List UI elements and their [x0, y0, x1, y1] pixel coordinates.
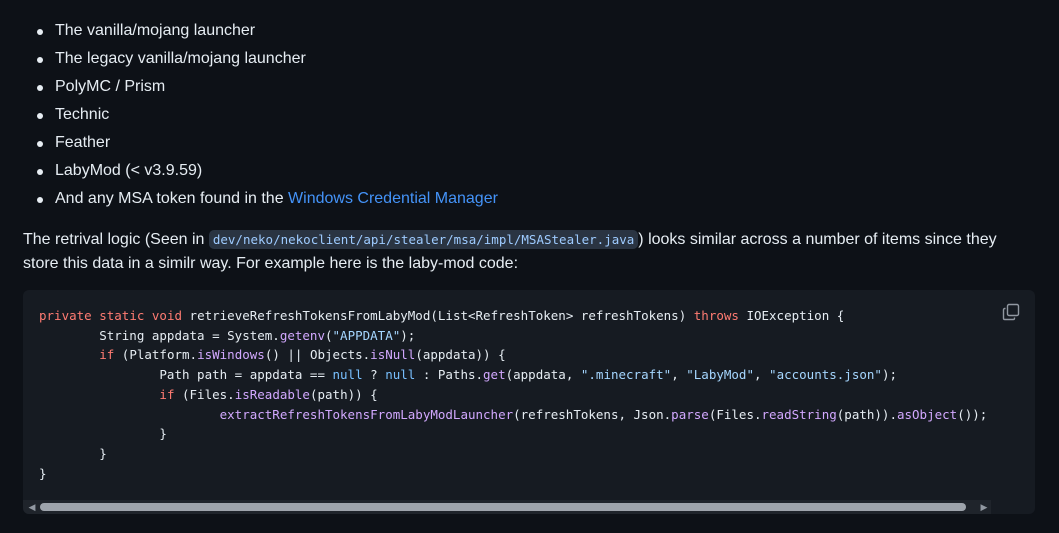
code-line: } — [39, 445, 107, 461]
scrollbar-thumb[interactable] — [40, 503, 966, 511]
code-line: if (Platform.isWindows() || Objects.isNu… — [99, 347, 506, 363]
code-line: if (Files.isReadable(path)) { — [159, 386, 378, 402]
horizontal-scrollbar[interactable]: ◀ ▶ — [23, 500, 991, 514]
list-item: LabyMod (< v3.9.59) — [23, 157, 498, 185]
list-item: The vanilla/mojang launcher — [23, 17, 498, 45]
list-item: And any MSA token found in the Windows C… — [23, 185, 498, 213]
list-item-text: Feather — [55, 134, 111, 151]
scroll-left-icon[interactable]: ◀ — [25, 500, 39, 514]
code-line: } — [39, 465, 47, 481]
list-item: Feather — [23, 129, 498, 157]
bullet-icon — [37, 57, 43, 63]
launcher-list: The vanilla/mojang launcher The legacy v… — [23, 17, 498, 213]
windows-credential-manager-link[interactable]: Windows Credential Manager — [288, 190, 498, 207]
description-text-before: The retrival logic (Seen in — [23, 231, 209, 248]
bullet-icon — [37, 169, 43, 175]
code-line: String appdata = System.getenv("APPDATA"… — [39, 327, 416, 343]
list-item: Technic — [23, 101, 498, 129]
inline-code-path: dev/neko/nekoclient/api/stealer/msa/impl… — [208, 230, 639, 249]
list-item-text: And any MSA token found in the — [55, 190, 289, 207]
bullet-icon — [37, 29, 43, 35]
bullet-icon — [37, 113, 43, 119]
list-item: The legacy vanilla/mojang launcher — [23, 45, 498, 73]
copy-button[interactable] — [1001, 302, 1021, 322]
code-line: private static void retrieveRefreshToken… — [39, 308, 845, 323]
list-item-text: The vanilla/mojang launcher — [55, 22, 256, 39]
list-item-text: Technic — [55, 106, 110, 123]
description-paragraph: The retrival logic (Seen in dev/neko/nek… — [23, 228, 1035, 276]
list-item: PolyMC / Prism — [23, 73, 498, 101]
code-content: private static void retrieveRefreshToken… — [39, 306, 987, 483]
copy-icon — [1002, 303, 1020, 321]
code-block: private static void retrieveRefreshToken… — [23, 290, 1035, 514]
bullet-icon — [37, 85, 43, 91]
list-item-text: PolyMC / Prism — [55, 78, 166, 95]
code-line: Path path = appdata == null ? null : Pat… — [39, 367, 897, 383]
list-item-text: The legacy vanilla/mojang launcher — [55, 50, 306, 67]
code-line: extractRefreshTokensFromLabyModLauncher(… — [219, 406, 988, 422]
bullet-icon — [37, 141, 43, 147]
bullet-icon — [37, 197, 43, 203]
code-line: } — [39, 426, 167, 442]
scroll-right-icon[interactable]: ▶ — [977, 500, 991, 514]
list-item-text: LabyMod (< v3.9.59) — [55, 162, 203, 179]
